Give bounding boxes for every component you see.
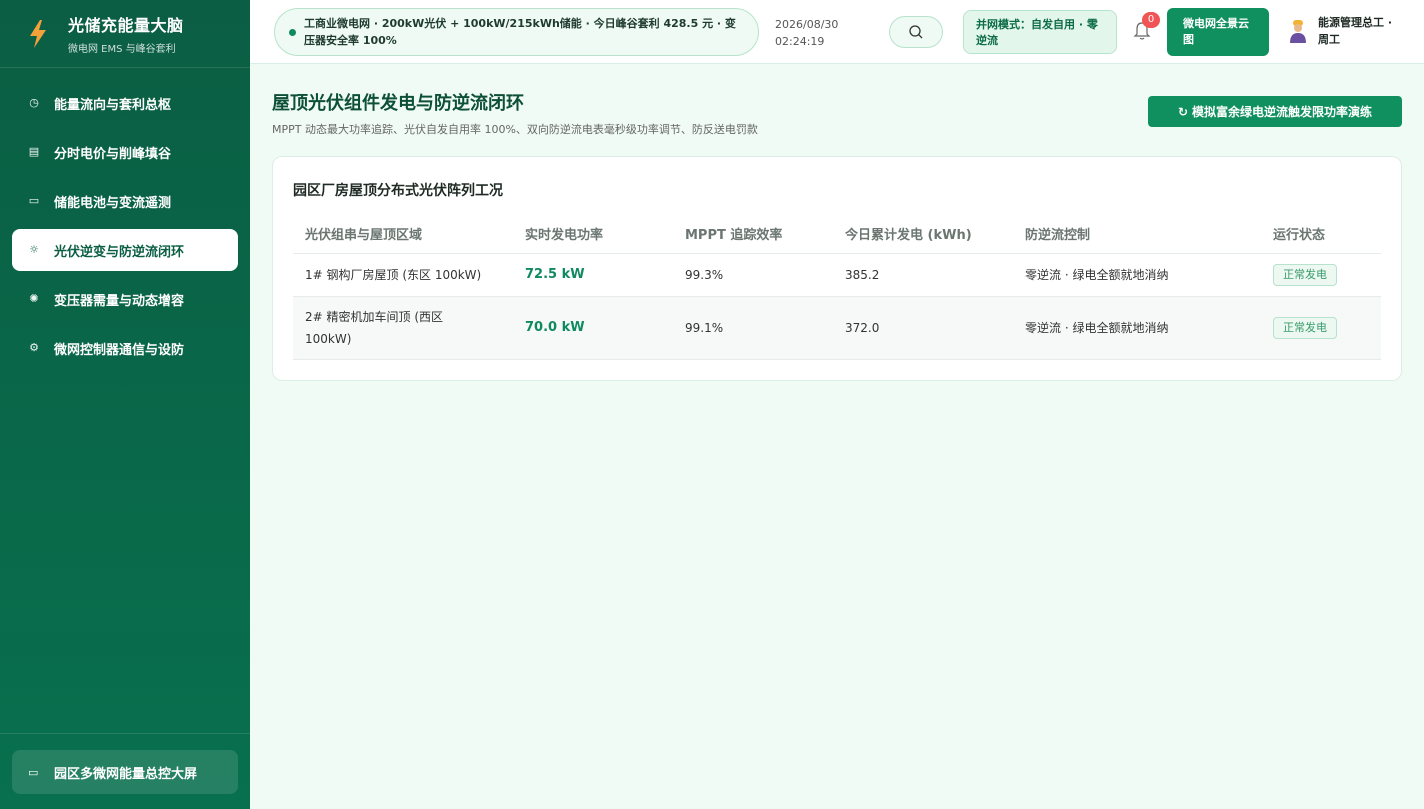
realtime-power: 70.0 kW xyxy=(513,296,673,360)
big-screen-button[interactable]: ▭ 园区多微网能量总控大屏 xyxy=(12,750,238,794)
column-header: 今日累计发电 (kWh) xyxy=(833,215,1013,254)
column-header: 运行状态 xyxy=(1261,215,1381,254)
sidebar-footer: ▭ 园区多微网能量总控大屏 xyxy=(0,733,250,809)
ticker-text: 工商业微电网 · 200kW光伏 + 100kW/215kWh储能 · 今日峰谷… xyxy=(304,17,736,47)
chart-icon: ▤ xyxy=(28,145,40,158)
simulate-button-label: 模拟富余绿电逆流触发限功率演练 xyxy=(1192,105,1373,119)
mppt-efficiency: 99.3% xyxy=(673,253,833,297)
pv-array-table: 光伏组串与屋顶区域 实时发电功率 MPPT 追踪效率 今日累计发电 (kWh) … xyxy=(293,215,1381,360)
anti-backflow-control: 零逆流 · 绿电全额就地消纳 xyxy=(1013,296,1261,360)
search-icon xyxy=(909,25,923,39)
realtime-power: 72.5 kW xyxy=(513,253,673,297)
sidebar-item-tou-price[interactable]: ▤ 分时电价与削峰填谷 xyxy=(12,131,238,173)
sidebar-item-label: 光伏逆变与防逆流闭环 xyxy=(54,244,185,260)
panorama-cloud-button[interactable]: 微电网全景云图 xyxy=(1167,8,1269,56)
column-header: 实时发电功率 xyxy=(513,215,673,254)
clock-time: 02:24:19 xyxy=(775,35,825,48)
sidebar-item-label: 变压器需量与动态增容 xyxy=(54,293,185,309)
dashboard-icon: ◷ xyxy=(29,96,39,109)
brand-subtitle: 微电网 EMS 与峰谷套利 xyxy=(68,44,176,55)
settings-icon: ⚙ xyxy=(29,341,39,354)
column-header: 光伏组串与屋顶区域 xyxy=(293,215,513,254)
refresh-icon: ↻ xyxy=(1177,104,1189,119)
table-row: 2# 精密机加车间顶 (西区 100kW) 70.0 kW 99.1% 372.… xyxy=(293,296,1381,360)
page-title: 屋顶光伏组件发电与防逆流闭环 xyxy=(272,93,524,114)
pv-array-card: 园区厂房屋顶分布式光伏阵列工况 光伏组串与屋顶区域 实时发电功率 MPPT 追踪… xyxy=(272,156,1402,381)
sidebar-nav: ◷ 能量流向与套利总枢 ▤ 分时电价与削峰填谷 ▭ 储能电池与变流遥测 ☼ 光伏… xyxy=(0,68,250,369)
page-subtitle: MPPT 动态最大功率追踪、光伏自发自用率 100%、双向防逆流电表毫秒级功率调… xyxy=(272,123,758,136)
status-cell: 正常发电 xyxy=(1261,253,1381,297)
card-title: 园区厂房屋顶分布式光伏阵列工况 xyxy=(293,183,503,199)
battery-icon: ▭ xyxy=(28,194,40,207)
simulate-curtailment-button[interactable]: ↻ 模拟富余绿电逆流触发限功率演练 xyxy=(1148,96,1402,127)
daily-energy: 372.0 xyxy=(833,296,1013,360)
live-dot-icon xyxy=(289,28,296,36)
clock-date: 2026/08/30 xyxy=(775,18,839,31)
brand-title: 光储充能量大脑 xyxy=(68,16,184,35)
sidebar-item-controller[interactable]: ⚙ 微网控制器通信与设防 xyxy=(12,327,238,369)
sidebar-item-label: 分时电价与削峰填谷 xyxy=(54,146,172,162)
sun-icon: ☼ xyxy=(29,243,39,256)
sidebar-item-pv-inverter[interactable]: ☼ 光伏逆变与防逆流闭环 xyxy=(12,229,238,271)
string-area-text: 2# 精密机加车间顶 (西区 100kW) xyxy=(305,309,444,346)
string-area: 2# 精密机加车间顶 (西区 100kW) xyxy=(293,296,513,360)
brand: 光储充能量大脑 微电网 EMS 与峰谷套利 xyxy=(0,0,250,68)
table-row: 1# 钢构厂房屋顶 (东区 100kW) 72.5 kW 99.3% 385.2… xyxy=(293,253,1381,297)
sidebar-item-label: 微网控制器通信与设防 xyxy=(54,342,185,358)
transformer-icon: ✺ xyxy=(29,292,39,305)
monitor-icon: ▭ xyxy=(28,765,39,779)
column-header: 防逆流控制 xyxy=(1013,215,1261,254)
status-badge: 正常发电 xyxy=(1273,317,1337,339)
daily-energy: 385.2 xyxy=(833,253,1013,297)
status-cell: 正常发电 xyxy=(1261,296,1381,360)
avatar xyxy=(1290,20,1306,43)
sidebar-item-battery[interactable]: ▭ 储能电池与变流遥测 xyxy=(12,180,238,222)
user-menu[interactable]: 能源管理总工 · 周工 xyxy=(1288,14,1404,48)
mppt-efficiency: 99.1% xyxy=(673,296,833,360)
big-screen-label: 园区多微网能量总控大屏 xyxy=(54,766,198,782)
sidebar-item-transformer[interactable]: ✺ 变压器需量与动态增容 xyxy=(12,278,238,320)
lightning-icon xyxy=(30,19,46,48)
string-area: 1# 钢构厂房屋顶 (东区 100kW) xyxy=(293,253,513,297)
anti-backflow-control: 零逆流 · 绿电全额就地消纳 xyxy=(1013,253,1261,297)
sidebar: 光储充能量大脑 微电网 EMS 与峰谷套利 ◷ 能量流向与套利总枢 ▤ 分时电价… xyxy=(0,0,250,809)
search-button[interactable] xyxy=(889,16,943,48)
status-ticker: 工商业微电网 · 200kW光伏 + 100kW/215kWh储能 · 今日峰谷… xyxy=(274,8,759,56)
user-name: 能源管理总工 · 周工 xyxy=(1318,16,1393,46)
table-header-row: 光伏组串与屋顶区域 实时发电功率 MPPT 追踪效率 今日累计发电 (kWh) … xyxy=(293,215,1381,254)
notification-count-badge: 0 xyxy=(1142,12,1160,28)
sidebar-item-energy-flow[interactable]: ◷ 能量流向与套利总枢 xyxy=(12,82,238,124)
clock: 2026/08/30 02:24:19 xyxy=(775,16,838,50)
status-badge: 正常发电 xyxy=(1273,264,1337,286)
grid-mode-badge: 并网模式：自发自用 · 零逆流 xyxy=(963,10,1117,54)
sidebar-item-label: 储能电池与变流遥测 xyxy=(54,195,172,211)
sidebar-item-label: 能量流向与套利总枢 xyxy=(54,97,172,113)
column-header: MPPT 追踪效率 xyxy=(673,215,833,254)
top-header: 工商业微电网 · 200kW光伏 + 100kW/215kWh储能 · 今日峰谷… xyxy=(250,0,1424,64)
